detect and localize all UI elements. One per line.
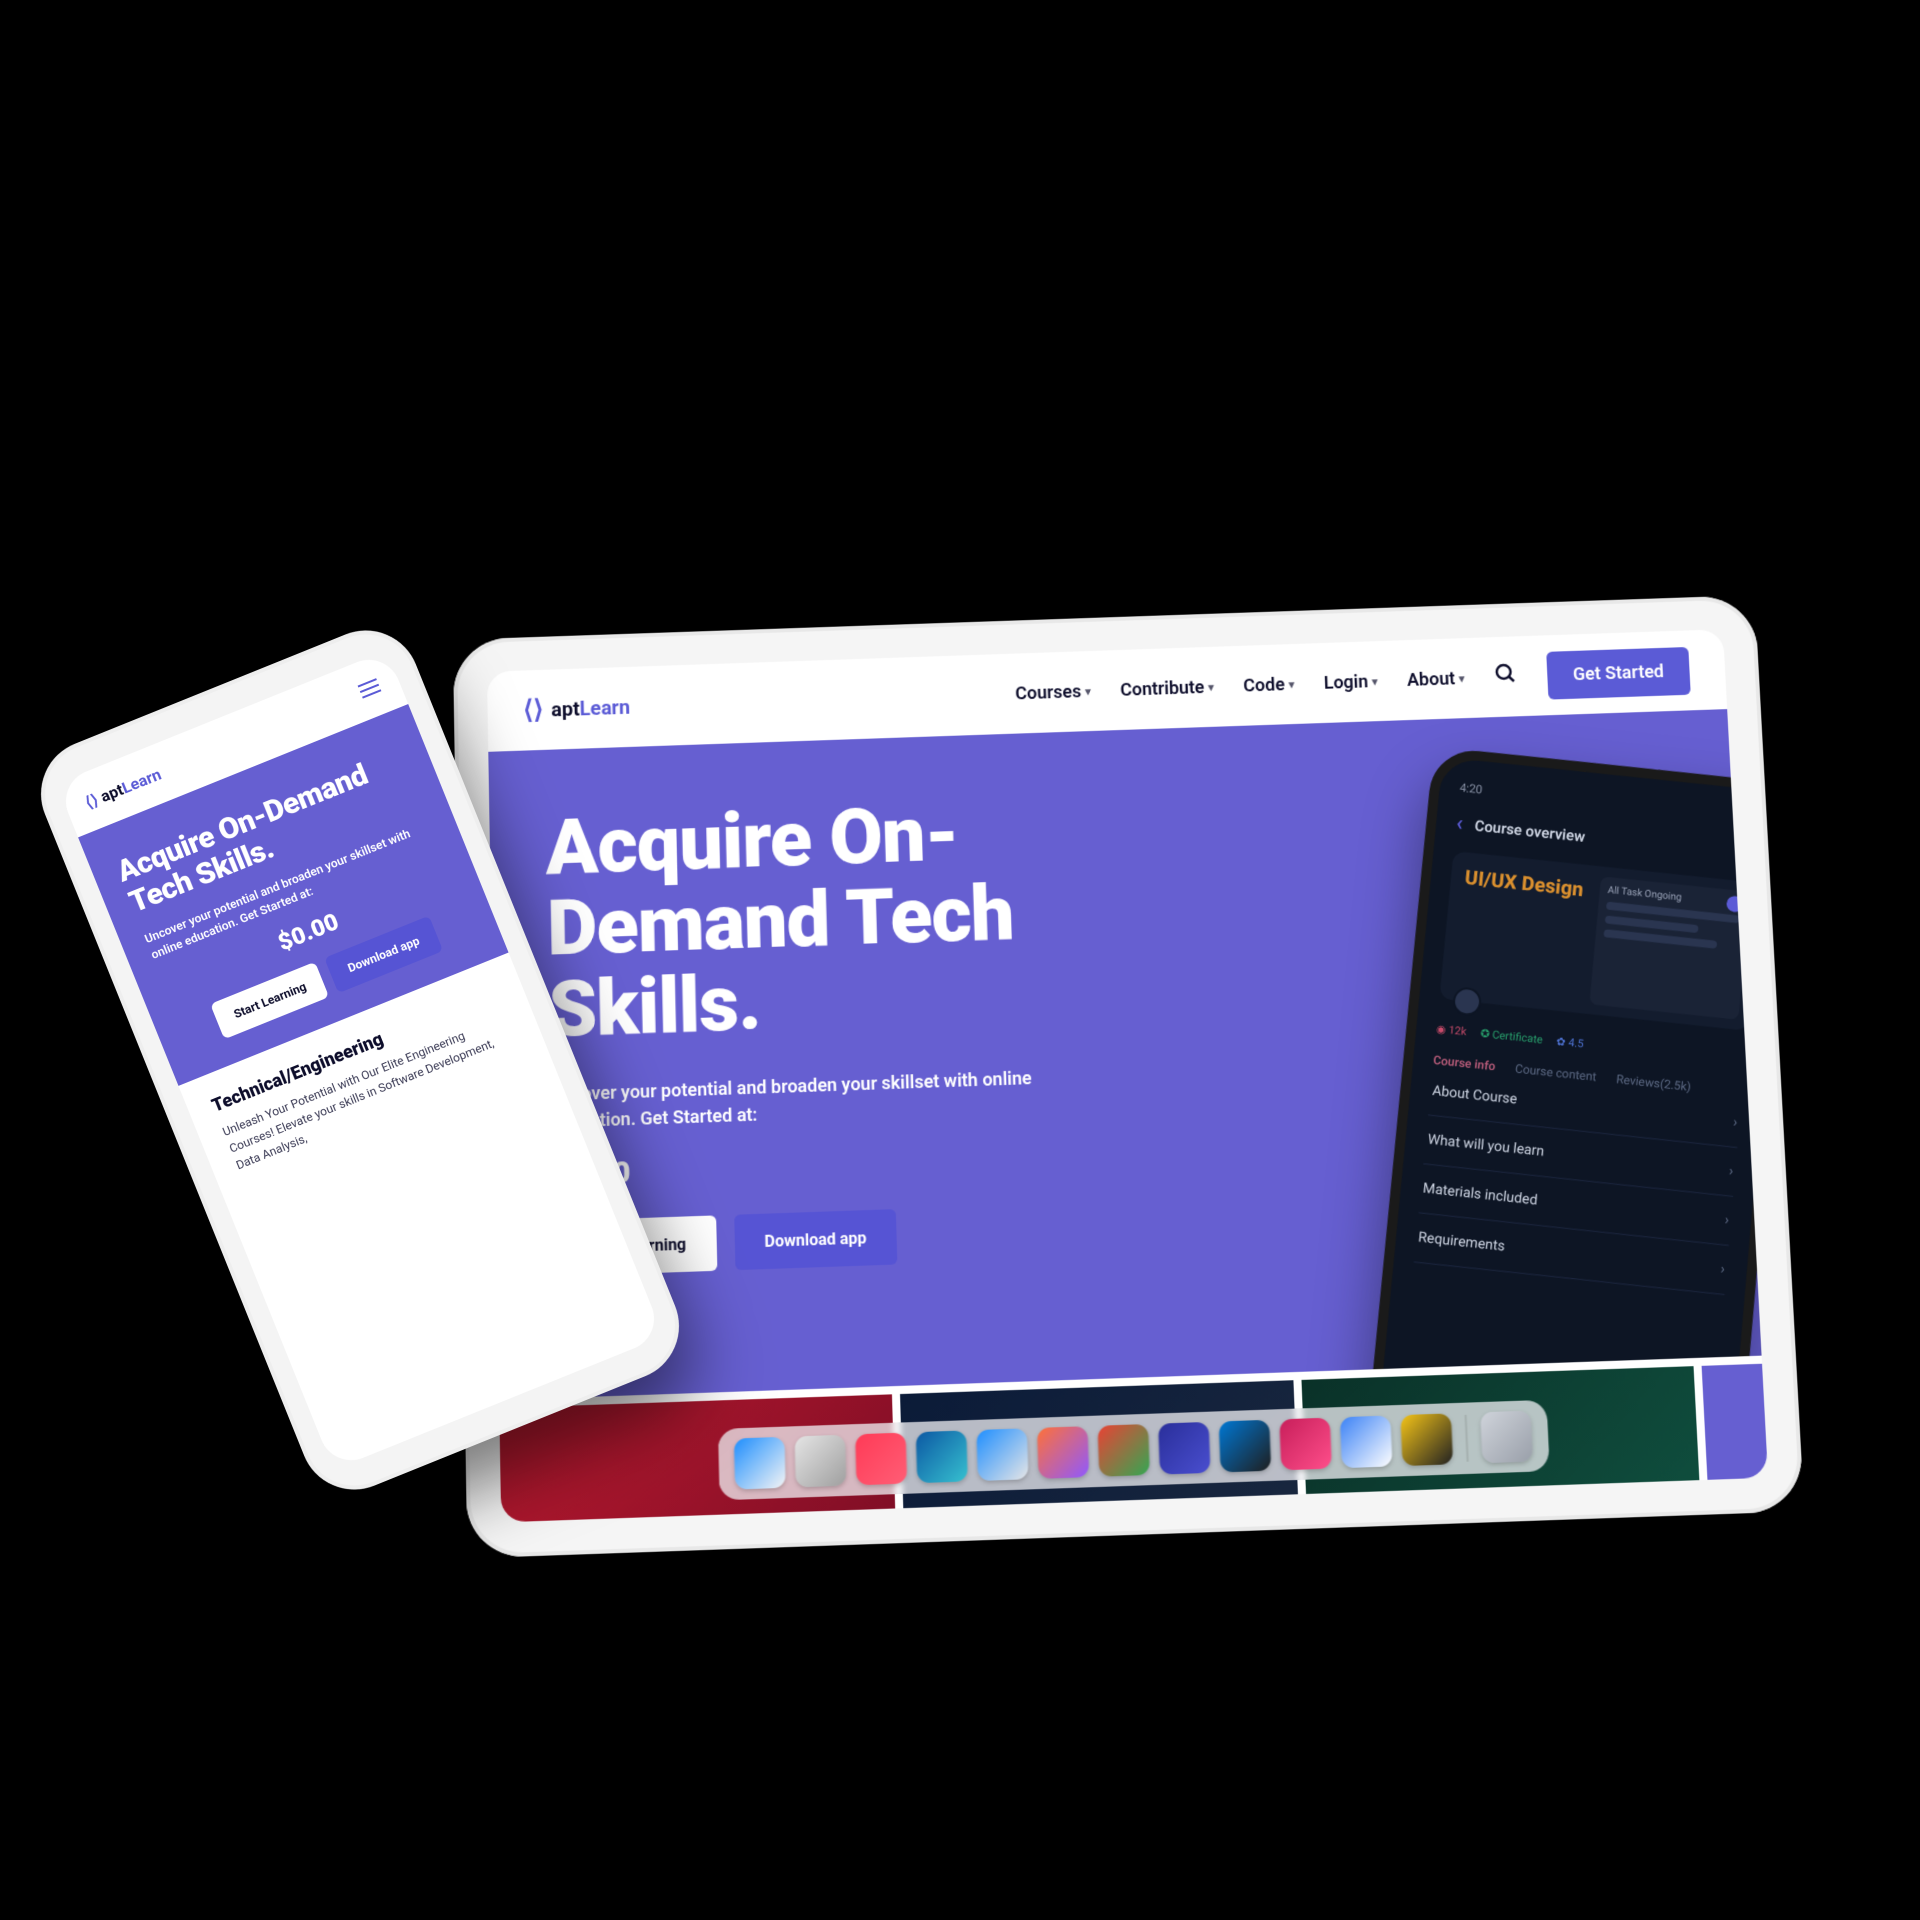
logo-text-2: Learn <box>579 695 630 720</box>
chevron-down-icon: ▾ <box>1208 680 1214 693</box>
chevron-down-icon: ▾ <box>1372 675 1378 688</box>
hero-subtitle: Uncover your potential and broaden your … <box>550 1063 1092 1136</box>
nav-login[interactable]: Login▾ <box>1323 671 1378 693</box>
chevron-right-icon: › <box>1733 1114 1739 1130</box>
download-app-button[interactable]: Download app <box>734 1209 898 1270</box>
dock-app-music[interactable] <box>855 1433 907 1486</box>
dock-app-trash[interactable] <box>1480 1411 1533 1464</box>
course-card[interactable]: UI/UX Design All Task Ongoing <box>1439 851 1760 1031</box>
dock-app-app3[interactable] <box>1400 1413 1453 1466</box>
nav-code[interactable]: Code▾ <box>1243 674 1295 696</box>
course-overview-title: Course overview <box>1474 816 1586 845</box>
tablet-screen: ⟨⟩ aptLearn Courses▾ Contribute▾ Code▾ L… <box>487 629 1768 1522</box>
certificate-chip: ✪ Certificate <box>1480 1027 1543 1046</box>
category-tile[interactable] <box>1702 1364 1769 1480</box>
nav-courses[interactable]: Courses▾ <box>1015 681 1091 704</box>
nav-contribute[interactable]: Contribute▾ <box>1120 676 1214 700</box>
tablet-device: ⟨⟩ aptLearn Courses▾ Contribute▾ Code▾ L… <box>453 595 1805 1558</box>
dock-app-mail[interactable] <box>1340 1415 1393 1468</box>
dock-app-safari[interactable] <box>976 1428 1028 1481</box>
dock-app-finder[interactable] <box>734 1437 786 1490</box>
dock-app-vscode[interactable] <box>1219 1420 1271 1473</box>
dock-app-firefox[interactable] <box>1037 1426 1089 1479</box>
chevron-right-icon: › <box>1720 1261 1726 1278</box>
avatar <box>1452 986 1482 1017</box>
back-icon[interactable]: ‹ <box>1455 811 1464 836</box>
rating-chip: ✿ 4.5 <box>1556 1035 1584 1051</box>
tablet-nav: Courses▾ Contribute▾ Code▾ Login▾ About▾… <box>1014 646 1690 717</box>
chevron-down-icon: ▾ <box>1459 672 1465 685</box>
more-icon[interactable]: ⋮ <box>1747 845 1761 864</box>
status-icons: •• ᯤ ▮ <box>1734 809 1762 829</box>
hamburger-icon[interactable] <box>360 684 379 693</box>
dock-app-app1[interactable] <box>1158 1422 1210 1475</box>
chevron-right-icon: › <box>1728 1163 1734 1179</box>
status-time: 4:20 <box>1459 781 1483 800</box>
dock-app-chrome[interactable] <box>1098 1424 1150 1477</box>
logo[interactable]: ⟨⟩ aptLearn <box>523 692 630 725</box>
logo-text-1: apt <box>551 697 580 721</box>
nav-about[interactable]: About▾ <box>1407 668 1465 690</box>
chevron-down-icon: ▾ <box>1288 678 1294 691</box>
get-started-button[interactable]: Get Started <box>1546 646 1691 699</box>
dock-app-edge[interactable] <box>916 1430 968 1483</box>
chevron-right-icon: › <box>1724 1212 1730 1228</box>
hero-title: Acquire On-Demand Tech Skills. <box>545 787 1169 1051</box>
dock-app-app2[interactable] <box>1279 1418 1332 1471</box>
search-icon[interactable] <box>1493 662 1518 692</box>
dock-app-launchpad[interactable] <box>795 1435 847 1488</box>
task-subcard: All Task Ongoing <box>1589 876 1749 1020</box>
chevron-down-icon: ▾ <box>1085 685 1091 698</box>
tablet-hero: Acquire On-Demand Tech Skills. Uncover y… <box>488 709 1761 1400</box>
logo[interactable]: ⟨⟩ aptLearn <box>82 764 163 812</box>
logo-icon: ⟨⟩ <box>82 790 101 812</box>
views-chip: ◉ 12k <box>1436 1022 1467 1038</box>
logo-icon: ⟨⟩ <box>523 695 544 725</box>
hero-phone-mock: 4:20 •• ᯤ ▮ ‹ Course overview ⋮ UI/UX Des… <box>1364 746 1761 1400</box>
